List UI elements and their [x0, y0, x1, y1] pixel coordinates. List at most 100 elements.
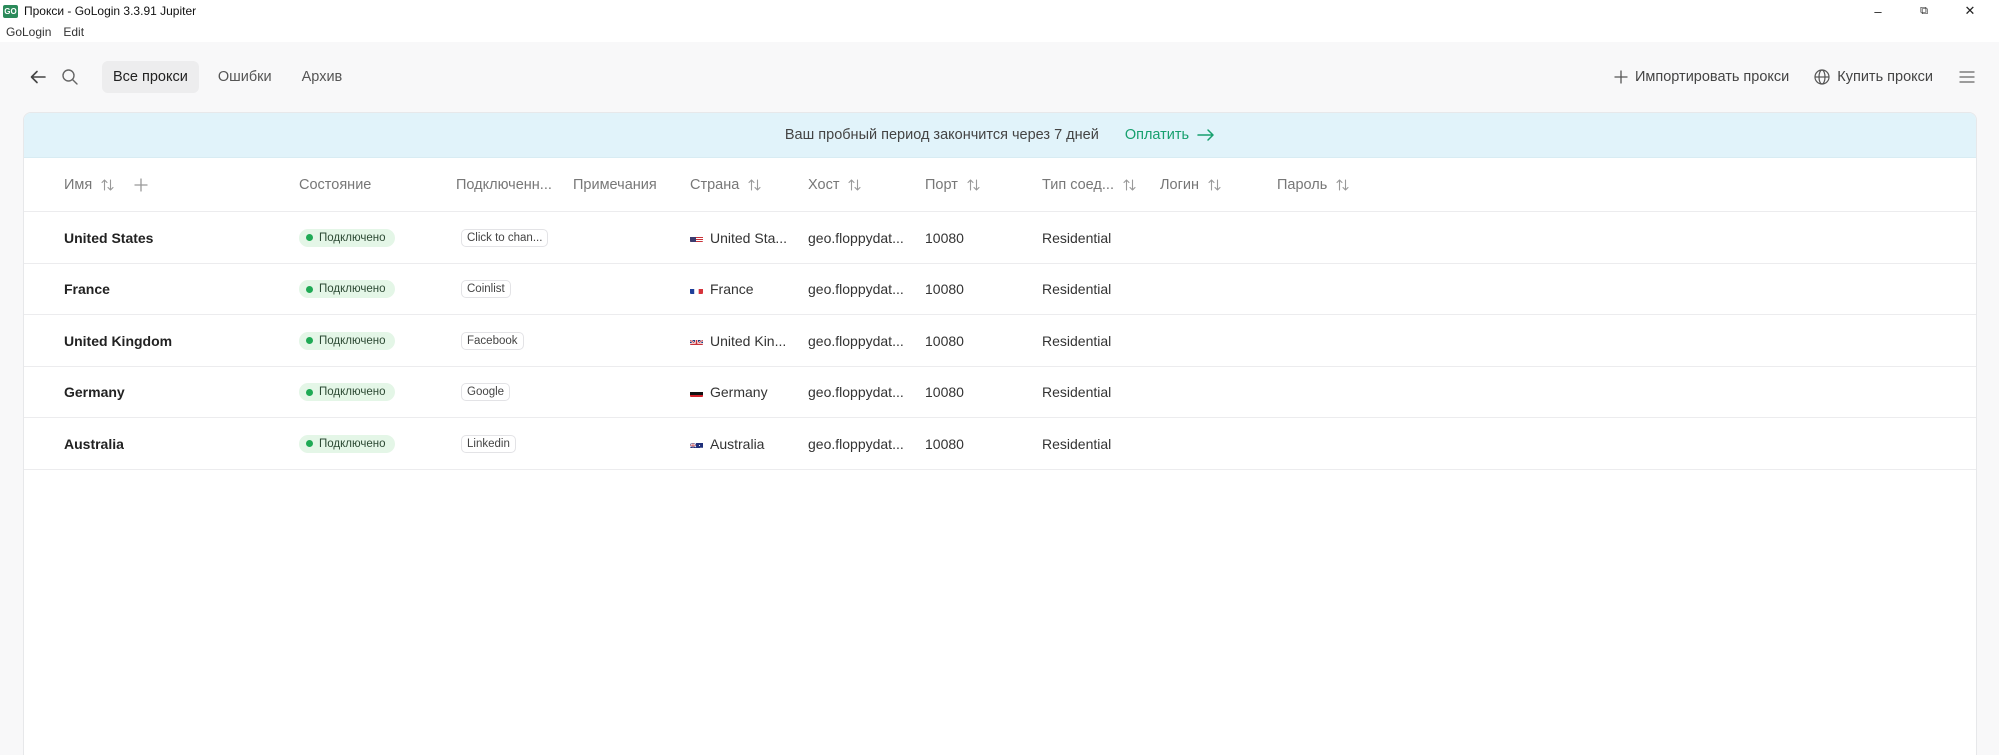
connected-tag[interactable]: Facebook [461, 331, 524, 350]
minimize-button[interactable]: – [1855, 0, 1901, 22]
gb-flag-icon [690, 336, 703, 345]
connected-cell[interactable]: Google [461, 367, 511, 418]
proxy-name: Germany [64, 384, 125, 400]
column-password-label: Пароль [1277, 177, 1328, 193]
country-name: United Kin... [710, 332, 787, 349]
menu-edit[interactable]: Edit [63, 25, 84, 39]
column-connected[interactable]: Подключенн... [456, 158, 552, 212]
host-cell: geo.floppydat... [808, 435, 904, 452]
column-notes-label: Примечания [573, 177, 657, 193]
buy-proxy-label: Купить прокси [1837, 69, 1933, 85]
port-cell: 10080 [925, 332, 964, 349]
column-notes[interactable]: Примечания [573, 158, 657, 212]
fr-flag-icon [690, 285, 703, 294]
sort-icon[interactable] [967, 178, 980, 192]
search-icon[interactable] [60, 67, 80, 87]
arrow-right-icon [1197, 129, 1214, 141]
table-row[interactable]: France Подключено Coinlist France geo.fl… [24, 264, 1976, 315]
proxy-name: United Kingdom [64, 332, 173, 349]
proxy-name: France [64, 281, 110, 297]
country-name: France [710, 281, 754, 297]
status-badge: Подключено [299, 228, 395, 247]
status-cell: Подключено [299, 212, 395, 263]
column-status[interactable]: Состояние [299, 158, 371, 212]
toolbar: Все прокси Ошибки Архив Импортировать пр… [0, 54, 1999, 100]
trial-banner-text: Ваш пробный период закончится через 7 дн… [784, 127, 1099, 143]
host-cell: geo.floppydat... [808, 384, 904, 400]
connected-cell[interactable]: Coinlist [461, 264, 511, 315]
status-text: Подключено [319, 386, 386, 398]
column-port[interactable]: Порт [925, 158, 980, 212]
tab-archive[interactable]: Архив [291, 61, 354, 93]
connected-cell[interactable]: Facebook [461, 315, 524, 366]
sort-icon[interactable] [101, 178, 114, 192]
status-cell: Подключено [299, 264, 395, 315]
au-flag-icon [690, 439, 703, 448]
type-cell: Residential [1042, 281, 1112, 297]
add-column-plus-icon[interactable] [134, 178, 148, 192]
sort-icon[interactable] [1208, 178, 1221, 192]
buy-proxy-button[interactable]: Купить прокси [1813, 68, 1933, 86]
status-text: Подключено [319, 283, 386, 295]
column-name[interactable]: Имя [64, 158, 148, 212]
sort-icon[interactable] [848, 178, 862, 192]
tab-errors[interactable]: Ошибки [207, 61, 283, 93]
status-badge: Подключено [299, 280, 395, 298]
title-bar: GO Прокси - GoLogin 3.3.91 Jupiter – ⧉ ✕ [0, 0, 1999, 22]
gologin-logo-icon: GO [3, 4, 18, 18]
connected-tag[interactable]: Coinlist [461, 280, 511, 298]
connected-cell[interactable]: Linkedin [461, 418, 516, 469]
tab-all-proxies[interactable]: Все прокси [102, 61, 199, 93]
host-cell: geo.floppydat... [808, 229, 904, 246]
host-cell: geo.floppydat... [808, 281, 904, 297]
table-row[interactable]: United States Подключено Click to chan..… [24, 212, 1976, 264]
table-row[interactable]: United Kingdom Подключено Facebook Unite… [24, 315, 1976, 367]
restore-button[interactable]: ⧉ [1901, 0, 1947, 22]
host-cell: geo.floppydat... [808, 332, 904, 349]
table-row[interactable]: Australia Подключено Linkedin Australia … [24, 418, 1976, 470]
proxy-name: United States [64, 229, 154, 246]
hamburger-menu-icon[interactable] [1957, 67, 1977, 87]
status-cell: Подключено [299, 315, 395, 366]
pay-button[interactable]: Оплатить [1125, 127, 1215, 143]
toolbar-actions: Импортировать прокси Купить прокси [1613, 54, 1999, 100]
connected-tag[interactable]: Google [461, 383, 511, 401]
sort-icon[interactable] [1123, 178, 1136, 192]
table-row[interactable]: Germany Подключено Google Germany geo.fl… [24, 367, 1976, 418]
column-host[interactable]: Хост [808, 158, 862, 212]
country-cell: France [690, 264, 754, 315]
connected-tag[interactable]: Linkedin [461, 434, 516, 453]
plus-icon [1614, 70, 1628, 84]
status-badge: Подключено [299, 383, 395, 401]
import-proxy-label: Импортировать прокси [1635, 69, 1790, 85]
column-port-label: Порт [925, 177, 958, 193]
status-text: Подключено [319, 334, 386, 347]
sort-icon[interactable] [1336, 178, 1349, 192]
back-arrow-icon[interactable] [28, 67, 48, 87]
column-password[interactable]: Пароль [1277, 158, 1349, 212]
status-dot-icon [306, 234, 313, 241]
import-proxy-button[interactable]: Импортировать прокси [1613, 69, 1789, 85]
connected-tag[interactable]: Click to chan... [461, 228, 549, 247]
column-login-label: Логин [1160, 177, 1199, 193]
country-name: Germany [710, 384, 768, 400]
proxy-name: Australia [64, 435, 124, 452]
column-type-label: Тип соед... [1042, 177, 1114, 193]
port-cell: 10080 [925, 384, 964, 400]
menu-gologin[interactable]: GoLogin [6, 25, 51, 39]
connected-cell[interactable]: Click to chan... [461, 212, 549, 263]
close-button[interactable]: ✕ [1947, 0, 1993, 22]
menu-bar: GoLogin Edit [0, 22, 1999, 42]
country-name: Australia [710, 435, 765, 452]
port-cell: 10080 [925, 435, 964, 452]
proxy-panel: Ваш пробный период закончится через 7 дн… [23, 112, 1977, 755]
column-name-label: Имя [64, 177, 93, 193]
column-country[interactable]: Страна [690, 158, 761, 212]
sort-icon[interactable] [748, 178, 761, 192]
column-login[interactable]: Логин [1160, 158, 1221, 212]
us-flag-icon [690, 233, 703, 242]
column-connection-type[interactable]: Тип соед... [1042, 158, 1136, 212]
globe-icon [1814, 69, 1830, 85]
proxy-tabs: Все прокси Ошибки Архив [102, 61, 361, 93]
type-cell: Residential [1042, 332, 1112, 349]
